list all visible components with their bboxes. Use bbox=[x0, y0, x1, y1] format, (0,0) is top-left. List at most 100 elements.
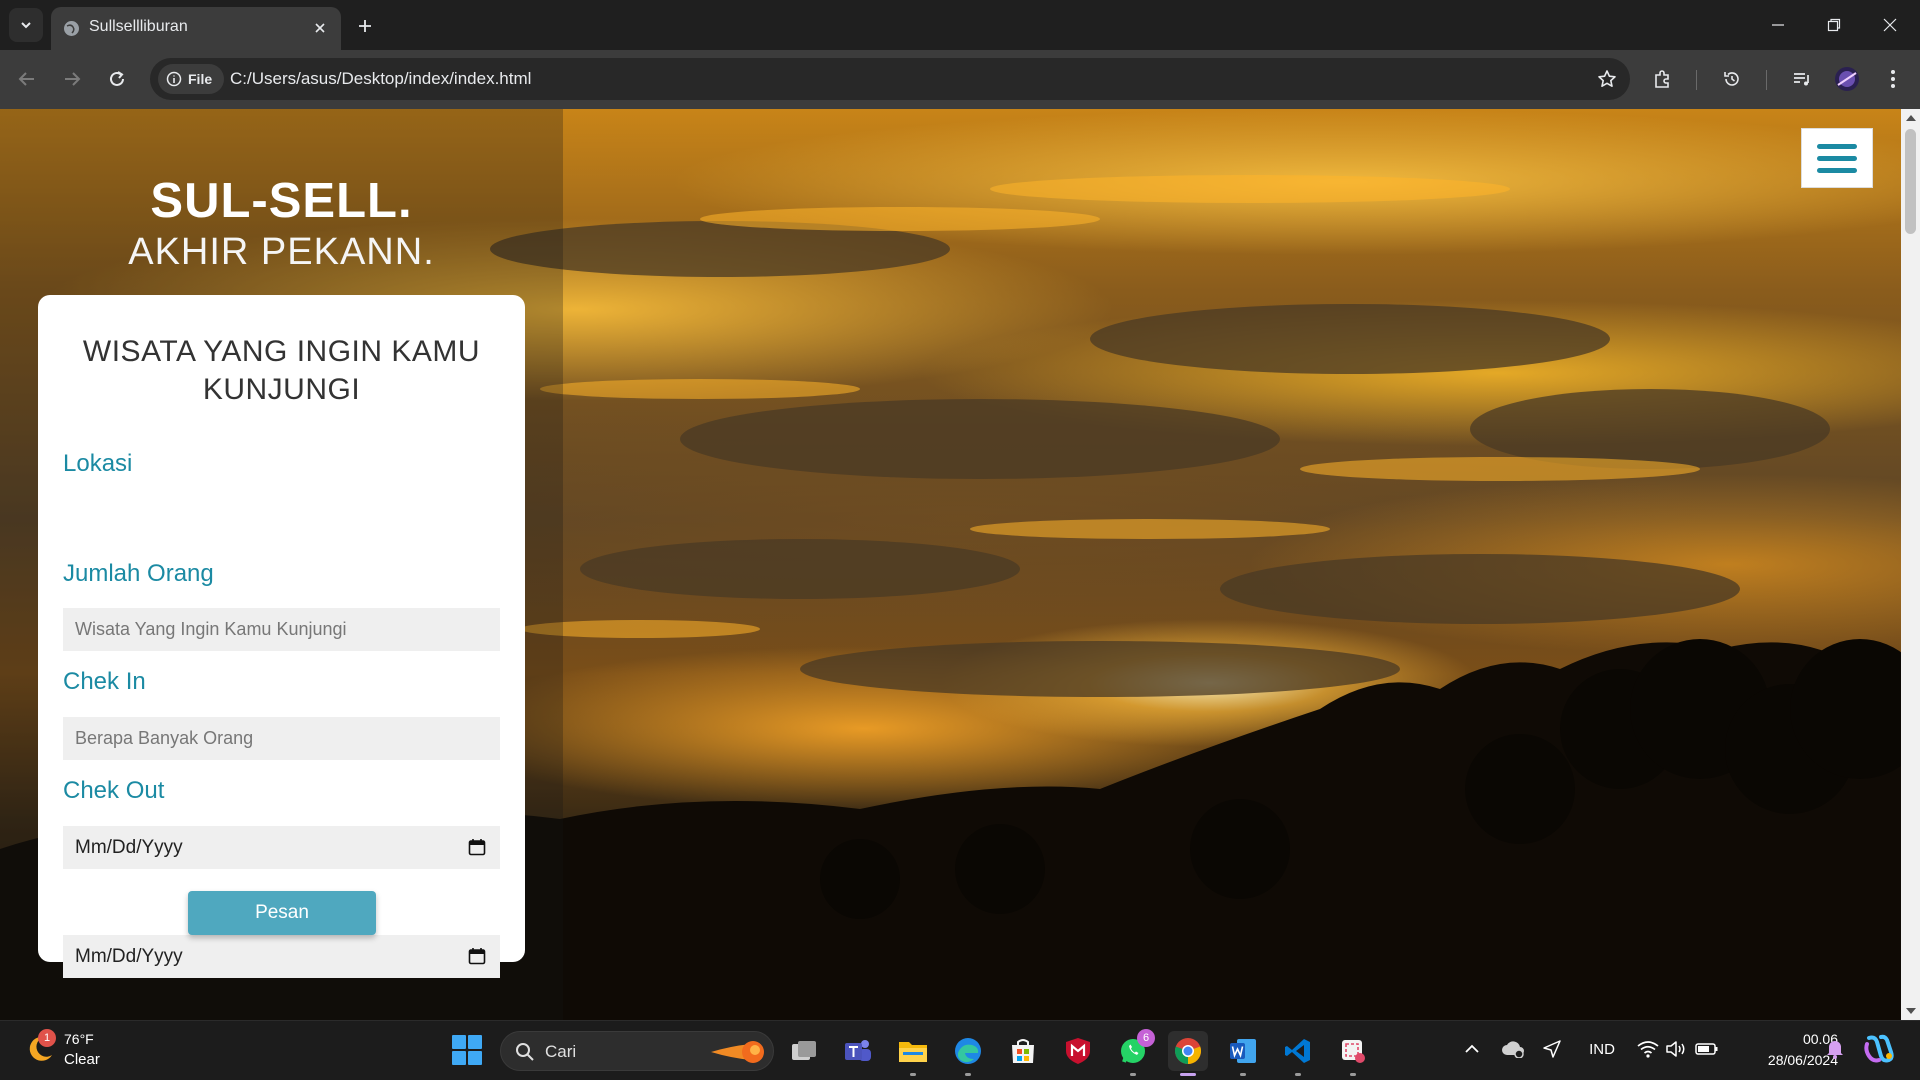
submit-button[interactable]: Pesan bbox=[188, 891, 376, 935]
page-viewport: SUL-SELL. AKHIR PEKANN. WISATA YANG INGI… bbox=[0, 109, 1920, 1020]
mcafee-shield-icon bbox=[1066, 1038, 1090, 1064]
hamburger-line bbox=[1817, 143, 1857, 149]
tab-search-button[interactable] bbox=[9, 8, 43, 42]
location-input[interactable]: Wisata Yang Ingin Kamu Kunjungi bbox=[63, 608, 500, 651]
mcafee-app[interactable] bbox=[1058, 1031, 1098, 1071]
wifi-tray-button[interactable] bbox=[1636, 1037, 1660, 1061]
windows-taskbar: 1 76°F Clear Cari 6 IND 00.06 28/06/2024 bbox=[0, 1020, 1920, 1080]
start-button[interactable] bbox=[452, 1035, 482, 1065]
history-button[interactable] bbox=[1715, 62, 1749, 96]
onedrive-tray-button[interactable] bbox=[1500, 1037, 1526, 1061]
check-out-label: Chek Out bbox=[63, 777, 165, 804]
calendar-icon[interactable] bbox=[468, 838, 486, 856]
minimize-button[interactable] bbox=[1750, 0, 1806, 50]
toolbar-separator bbox=[1696, 70, 1697, 90]
taskbar-search[interactable]: Cari bbox=[500, 1031, 774, 1071]
tab-close-button[interactable] bbox=[309, 17, 331, 39]
url-text[interactable]: C:/Users/asus/Desktop/index/index.html bbox=[230, 69, 531, 89]
windows-logo-tile bbox=[468, 1051, 482, 1065]
vscode-icon bbox=[1285, 1039, 1310, 1063]
teams-app[interactable] bbox=[838, 1031, 878, 1071]
microsoft-store-app[interactable] bbox=[1003, 1031, 1043, 1071]
show-hidden-icons-button[interactable] bbox=[1462, 1037, 1482, 1061]
site-info-chip[interactable]: File bbox=[158, 64, 224, 94]
star-icon bbox=[1598, 70, 1616, 87]
snipping-tool-app[interactable] bbox=[1333, 1031, 1373, 1076]
notifications-button[interactable] bbox=[1824, 1037, 1846, 1061]
extensions-button[interactable] bbox=[1645, 62, 1679, 96]
forward-button[interactable] bbox=[55, 62, 89, 96]
temperature: 76°F bbox=[64, 1031, 94, 1047]
check-in-value: Mm/Dd/Yyyy bbox=[75, 836, 183, 858]
restore-button[interactable] bbox=[1806, 0, 1862, 50]
people-count-placeholder: Berapa Banyak Orang bbox=[75, 728, 254, 748]
bookmark-button[interactable] bbox=[1592, 64, 1622, 94]
location-arrow-icon bbox=[1543, 1040, 1561, 1058]
globe-icon bbox=[64, 21, 79, 36]
running-indicator bbox=[1350, 1073, 1356, 1076]
check-in-date-input[interactable]: Mm/Dd/Yyyy bbox=[63, 826, 500, 869]
copilot-icon bbox=[1864, 1034, 1894, 1063]
file-explorer-app[interactable] bbox=[893, 1031, 933, 1076]
menu-button[interactable] bbox=[1876, 62, 1910, 96]
address-bar[interactable]: File C:/Users/asus/Desktop/index/index.h… bbox=[150, 58, 1630, 100]
language-indicator[interactable]: IND bbox=[1582, 1037, 1622, 1061]
back-button[interactable] bbox=[10, 62, 44, 96]
running-indicator bbox=[910, 1073, 916, 1076]
chevron-up-icon bbox=[1465, 1044, 1479, 1053]
restore-icon bbox=[1827, 18, 1841, 32]
arrow-right-icon bbox=[65, 72, 81, 86]
form-title: WISATA YANG INGIN KAMU KUNJUNGI bbox=[82, 335, 481, 406]
whatsapp-app[interactable]: 6 bbox=[1113, 1029, 1155, 1076]
brand-subtitle: AKHIR PEKANN. bbox=[128, 231, 435, 273]
info-icon bbox=[166, 71, 182, 87]
windows-logo-tile bbox=[452, 1051, 466, 1065]
close-window-button[interactable] bbox=[1862, 0, 1918, 50]
calendar-icon[interactable] bbox=[468, 947, 486, 965]
brand-title: SUL-SELL. bbox=[150, 174, 413, 228]
cloud-icon bbox=[1502, 1041, 1524, 1058]
chrome-icon bbox=[1174, 1038, 1202, 1064]
scroll-down-arrow[interactable] bbox=[1906, 1008, 1916, 1014]
weather-condition: Clear bbox=[64, 1051, 100, 1068]
location-placeholder: Wisata Yang Ingin Kamu Kunjungi bbox=[75, 619, 347, 639]
running-indicator bbox=[1240, 1073, 1246, 1076]
location-tray-button[interactable] bbox=[1540, 1037, 1564, 1061]
store-icon bbox=[1012, 1039, 1034, 1063]
location-label: Lokasi bbox=[63, 450, 133, 477]
reload-button[interactable] bbox=[100, 62, 134, 96]
people-count-input[interactable]: Berapa Banyak Orang bbox=[63, 717, 500, 760]
puzzle-icon bbox=[1655, 70, 1669, 88]
word-app[interactable] bbox=[1223, 1031, 1263, 1076]
scroll-up-arrow[interactable] bbox=[1906, 115, 1916, 121]
running-indicator bbox=[965, 1073, 971, 1076]
search-icon bbox=[516, 1043, 534, 1061]
snipping-tool-icon bbox=[1342, 1040, 1365, 1063]
profile-button[interactable] bbox=[1830, 62, 1864, 96]
reload-icon bbox=[110, 71, 124, 86]
media-control-button[interactable] bbox=[1785, 62, 1819, 96]
avatar bbox=[1835, 67, 1859, 91]
new-tab-button[interactable] bbox=[350, 11, 380, 41]
copilot-button[interactable] bbox=[1862, 1033, 1896, 1065]
check-out-date-input[interactable]: Mm/Dd/Yyyy bbox=[63, 935, 500, 978]
scrollbar-thumb[interactable] bbox=[1905, 129, 1916, 234]
more-vertical-icon bbox=[1891, 70, 1895, 88]
running-indicator bbox=[1130, 1073, 1136, 1076]
task-view-button[interactable] bbox=[784, 1031, 824, 1071]
hamburger-line bbox=[1817, 167, 1857, 173]
browser-tab-active[interactable]: Sullsellliburan bbox=[51, 7, 341, 50]
task-view-icon bbox=[792, 1041, 816, 1060]
volume-tray-button[interactable] bbox=[1664, 1037, 1688, 1061]
hamburger-menu-button[interactable] bbox=[1801, 128, 1873, 188]
page-scrollbar[interactable] bbox=[1901, 109, 1920, 1020]
windows-logo-tile bbox=[468, 1035, 482, 1049]
browser-tab-strip: Sullsellliburan bbox=[0, 0, 1920, 50]
chrome-app[interactable] bbox=[1168, 1031, 1208, 1076]
edge-icon bbox=[955, 1038, 981, 1064]
edge-app[interactable] bbox=[948, 1031, 988, 1076]
toolbar-separator bbox=[1766, 70, 1767, 90]
battery-tray-button[interactable] bbox=[1694, 1037, 1720, 1061]
clock-date: 28/06/2024 bbox=[1767, 1052, 1838, 1068]
vscode-app[interactable] bbox=[1278, 1031, 1318, 1076]
